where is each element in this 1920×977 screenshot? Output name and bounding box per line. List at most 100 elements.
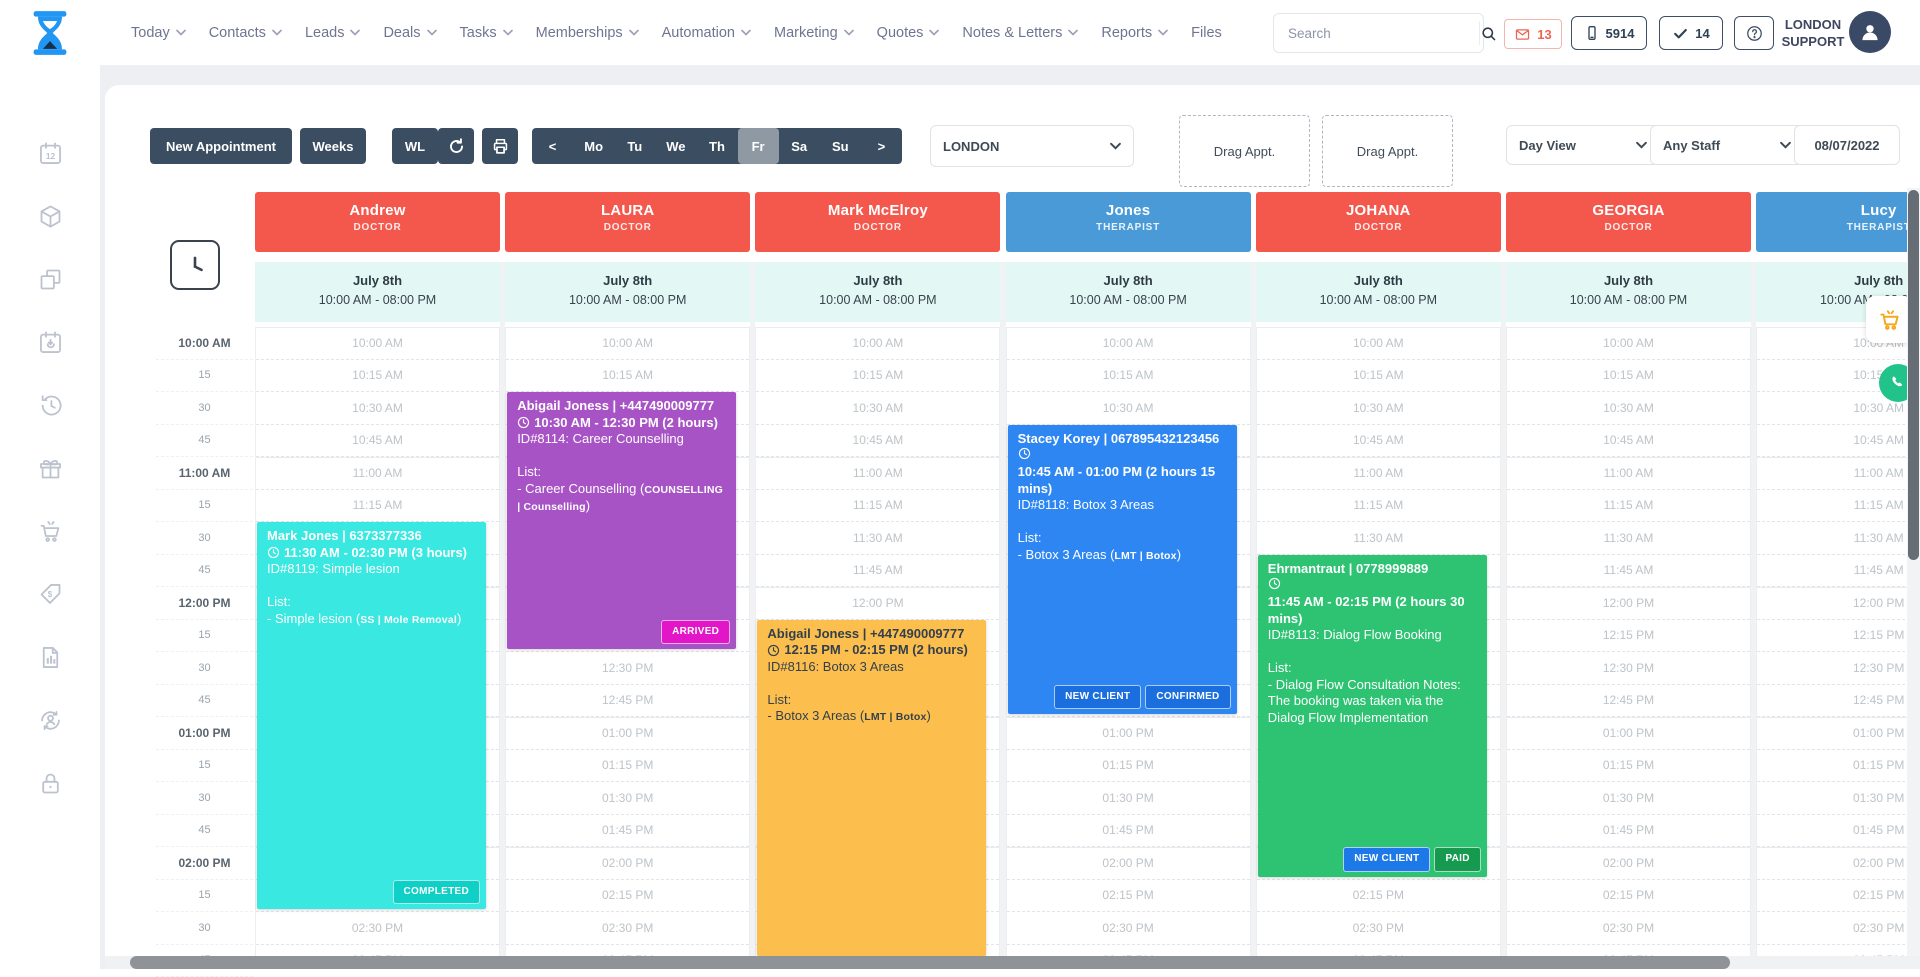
date-picker[interactable]: 08/07/2022 [1794, 125, 1900, 165]
time-slot[interactable]: 11:30 AM [1757, 522, 1920, 555]
time-slot[interactable]: 11:45 AM [1757, 555, 1920, 588]
day-strip-next[interactable]: > [861, 128, 902, 164]
day-strip-mo[interactable]: Mo [573, 128, 614, 164]
time-slot[interactable]: 10:30 AM [1257, 392, 1500, 425]
time-slot[interactable]: 10:45 AM [756, 425, 999, 458]
appointment-card[interactable]: Abigail Joness | +44749000977710:30 AM -… [507, 392, 736, 649]
nav-item-notes-letters[interactable]: Notes & Letters [962, 25, 1078, 41]
print-button[interactable] [482, 128, 518, 164]
time-slot[interactable]: 10:45 AM [1507, 425, 1750, 458]
time-slot[interactable]: 01:15 PM [1757, 750, 1920, 783]
nav-item-contacts[interactable]: Contacts [209, 25, 282, 41]
appointment-card[interactable]: Ehrmantraut | 077899988911:45 AM - 02:15… [1258, 555, 1487, 877]
avatar[interactable] [1849, 11, 1891, 53]
appointment-card[interactable]: Abigail Joness | +44749000977712:15 PM -… [757, 620, 986, 957]
time-slot[interactable]: 12:30 PM [1507, 652, 1750, 685]
time-slot[interactable]: 12:30 PM [506, 652, 749, 685]
time-slot[interactable]: 10:30 AM [1007, 392, 1250, 425]
time-slot[interactable]: 10:00 AM [1507, 327, 1750, 360]
view-select[interactable]: Day View [1506, 125, 1660, 165]
time-slot[interactable]: 01:00 PM [1007, 717, 1250, 750]
nav-item-automation[interactable]: Automation [662, 25, 751, 41]
appointment-card[interactable]: Stacey Korey | 06789543212345610:45 AM -… [1008, 425, 1237, 715]
time-slot[interactable]: 02:30 PM [506, 912, 749, 945]
time-slot[interactable]: 11:00 AM [1507, 457, 1750, 490]
support-contact-icon[interactable] [37, 707, 64, 734]
time-slot[interactable]: 11:00 AM [756, 457, 999, 490]
time-slot[interactable]: 11:15 AM [1257, 490, 1500, 523]
vertical-scrollbar-thumb[interactable] [1908, 190, 1919, 560]
time-slot[interactable]: 12:00 PM [1757, 587, 1920, 620]
horizontal-scrollbar-thumb[interactable] [130, 956, 1730, 969]
staff-column-header-lucy[interactable]: LucyTHERAPIST [1756, 192, 1920, 252]
calls-badge[interactable]: 5914 [1571, 16, 1647, 50]
time-slot[interactable]: 02:45 PM [256, 945, 499, 957]
time-slot[interactable]: 02:45 PM [1507, 945, 1750, 957]
time-slot[interactable]: 01:30 PM [1007, 782, 1250, 815]
staff-column-header-johana[interactable]: JOHANADOCTOR [1256, 192, 1501, 252]
time-slot[interactable]: 10:00 AM [1257, 327, 1500, 360]
time-slot[interactable]: 10:15 AM [756, 360, 999, 393]
day-strip-th[interactable]: Th [696, 128, 737, 164]
time-slot[interactable]: 11:00 AM [256, 457, 499, 490]
appointment-card[interactable]: Mark Jones | 637337733611:30 AM - 02:30 … [257, 522, 486, 909]
time-slot[interactable]: 02:00 PM [1007, 847, 1250, 880]
time-slot[interactable]: 10:45 AM [1757, 425, 1920, 458]
waiting-list-button[interactable]: WL [392, 128, 438, 164]
time-slot[interactable]: 10:45 AM [1257, 425, 1500, 458]
day-strip-prev[interactable]: < [532, 128, 573, 164]
time-slot[interactable]: 10:15 AM [1507, 360, 1750, 393]
time-slot[interactable]: 12:00 PM [1507, 587, 1750, 620]
nav-item-tasks[interactable]: Tasks [460, 25, 513, 41]
time-slot[interactable]: 11:15 AM [256, 490, 499, 523]
time-slot[interactable]: 02:15 PM [1007, 880, 1250, 913]
nav-item-today[interactable]: Today [131, 25, 186, 41]
time-slot[interactable]: 02:30 PM [256, 912, 499, 945]
tasks-badge[interactable]: 14 [1659, 16, 1723, 50]
time-slot[interactable]: 11:00 AM [1757, 457, 1920, 490]
drag-appointment-slot-1[interactable]: Drag Appt. [1179, 115, 1310, 187]
nav-item-leads[interactable]: Leads [305, 25, 361, 41]
time-slot[interactable]: 01:15 PM [1507, 750, 1750, 783]
day-strip-we[interactable]: We [655, 128, 696, 164]
time-slot[interactable]: 10:15 AM [1007, 360, 1250, 393]
time-slot[interactable]: 02:30 PM [1007, 912, 1250, 945]
time-slot[interactable]: 10:15 AM [506, 360, 749, 393]
rooms-icon[interactable] [37, 266, 64, 293]
package-icon[interactable] [37, 203, 64, 230]
time-slot[interactable]: 01:00 PM [506, 717, 749, 750]
price-tag-icon[interactable]: $ [37, 581, 64, 608]
time-slot[interactable]: 02:45 PM [1257, 945, 1500, 957]
time-slot[interactable]: 10:00 AM [756, 327, 999, 360]
time-slot[interactable]: 02:00 PM [1507, 847, 1750, 880]
time-slot[interactable]: 11:45 AM [1507, 555, 1750, 588]
nav-item-deals[interactable]: Deals [383, 25, 436, 41]
nav-item-quotes[interactable]: Quotes [877, 25, 940, 41]
time-slot[interactable]: 02:00 PM [506, 847, 749, 880]
weeks-button[interactable]: Weeks [300, 128, 366, 164]
staff-column-header-georgia[interactable]: GEORGIADOCTOR [1506, 192, 1751, 252]
time-slot[interactable]: 01:15 PM [1007, 750, 1250, 783]
calendar-icon[interactable]: 12 [37, 140, 64, 167]
time-slot[interactable]: 01:30 PM [1757, 782, 1920, 815]
search-icon[interactable] [1479, 21, 1497, 45]
report-icon[interactable] [37, 644, 64, 671]
lock-icon[interactable] [37, 770, 64, 797]
time-slot[interactable]: 01:00 PM [1507, 717, 1750, 750]
time-slot[interactable]: 02:45 PM [1757, 945, 1920, 957]
time-slot[interactable]: 02:30 PM [1257, 912, 1500, 945]
day-strip-sa[interactable]: Sa [779, 128, 820, 164]
time-slot[interactable]: 12:15 PM [1757, 620, 1920, 653]
booking-calendar-icon[interactable] [37, 329, 64, 356]
time-slot[interactable]: 11:15 AM [1507, 490, 1750, 523]
new-appointment-button[interactable]: New Appointment [150, 128, 292, 164]
nav-item-files[interactable]: Files [1191, 25, 1222, 41]
time-slot[interactable]: 11:30 AM [1507, 522, 1750, 555]
time-slot[interactable]: 10:30 AM [1507, 392, 1750, 425]
time-slot[interactable]: 02:30 PM [1507, 912, 1750, 945]
time-slot[interactable]: 02:15 PM [1257, 880, 1500, 913]
time-slot[interactable]: 12:30 PM [1757, 652, 1920, 685]
time-slot[interactable]: 02:30 PM [1757, 912, 1920, 945]
time-slot[interactable]: 10:30 AM [256, 392, 499, 425]
location-select[interactable]: LONDON [930, 125, 1134, 167]
